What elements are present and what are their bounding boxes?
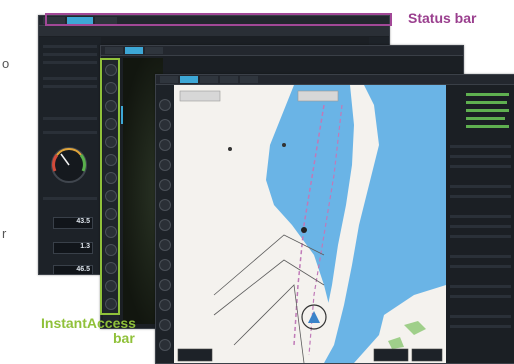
status-bar-callout: Status bar bbox=[408, 10, 477, 26]
tab-active[interactable] bbox=[180, 76, 198, 83]
data-row bbox=[43, 197, 97, 200]
data-row bbox=[450, 265, 511, 268]
chart-tool-button[interactable] bbox=[159, 259, 171, 271]
data-row bbox=[450, 235, 511, 238]
front-status-bar bbox=[156, 75, 514, 85]
readout-3: 46.5 bbox=[53, 265, 93, 274]
data-row bbox=[450, 145, 511, 148]
tab-active[interactable] bbox=[125, 47, 143, 54]
chart-tool-button[interactable] bbox=[159, 219, 171, 231]
data-row bbox=[466, 109, 509, 112]
readout-2: 1.3 bbox=[53, 242, 93, 254]
data-row bbox=[466, 93, 509, 96]
readout-1: 43.5 bbox=[53, 217, 93, 229]
chart-tool-button[interactable] bbox=[159, 99, 171, 111]
data-row bbox=[43, 61, 97, 64]
front-window bbox=[155, 74, 514, 364]
data-row bbox=[450, 165, 511, 168]
tab bbox=[160, 76, 178, 83]
chart-tool-button[interactable] bbox=[159, 119, 171, 131]
chart-tool-button[interactable] bbox=[159, 339, 171, 351]
front-instant-access-bar bbox=[156, 85, 174, 363]
chart-tool-button[interactable] bbox=[159, 239, 171, 251]
data-row bbox=[466, 125, 509, 128]
tab bbox=[105, 47, 123, 54]
data-row bbox=[450, 325, 511, 328]
data-row bbox=[43, 77, 97, 80]
speed-gauge bbox=[51, 147, 87, 183]
data-row bbox=[43, 45, 97, 48]
data-row bbox=[466, 117, 505, 120]
data-row bbox=[450, 195, 511, 198]
data-row bbox=[450, 315, 511, 318]
nautical-chart[interactable] bbox=[174, 85, 446, 363]
chart-tool-button[interactable] bbox=[159, 179, 171, 191]
data-row bbox=[43, 131, 97, 134]
data-row bbox=[450, 215, 511, 218]
data-row bbox=[43, 117, 97, 120]
data-row bbox=[450, 155, 511, 158]
tab bbox=[200, 76, 218, 83]
back-data-panel: 43.5 1.3 46.5 bbox=[39, 37, 101, 274]
chart-tool-button[interactable] bbox=[159, 319, 171, 331]
front-right-panel bbox=[446, 85, 514, 363]
instant-access-callout-line2: bar bbox=[113, 330, 135, 346]
data-row bbox=[450, 285, 511, 288]
instant-access-callout-line1: InstantAccess bbox=[41, 315, 136, 331]
chart-tool-button[interactable] bbox=[159, 159, 171, 171]
tab bbox=[240, 76, 258, 83]
data-row bbox=[43, 53, 97, 56]
data-row bbox=[43, 85, 97, 88]
back-header-strip bbox=[39, 26, 389, 36]
middle-status-bar bbox=[101, 46, 463, 56]
data-row bbox=[450, 185, 511, 188]
edge-label-o: o bbox=[2, 56, 10, 71]
tab bbox=[220, 76, 238, 83]
edge-label-r: r bbox=[2, 226, 7, 241]
data-row bbox=[450, 225, 511, 228]
data-row bbox=[450, 295, 511, 298]
data-row bbox=[466, 101, 507, 104]
chart-tool-button[interactable] bbox=[159, 199, 171, 211]
data-row bbox=[450, 255, 511, 258]
tab bbox=[145, 47, 163, 54]
status-bar-highlight bbox=[45, 13, 392, 26]
chart-tool-button[interactable] bbox=[159, 299, 171, 311]
chart-tool-button[interactable] bbox=[159, 279, 171, 291]
instant-access-bar-highlight bbox=[100, 58, 120, 315]
chart-tool-button[interactable] bbox=[159, 139, 171, 151]
